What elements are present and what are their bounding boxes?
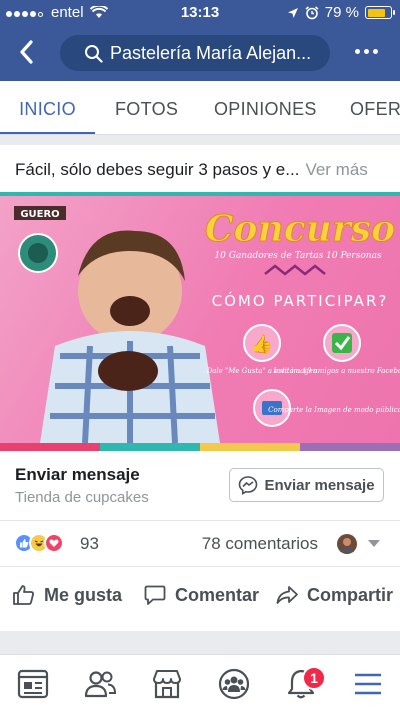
tab-inicio[interactable]: INICIO (0, 81, 95, 134)
send-message-button-label: Enviar mensaje (264, 476, 375, 494)
status-bar: entel 13:13 79 % (0, 0, 400, 25)
banner-color-stripe (0, 443, 400, 451)
post-image[interactable]: GUERO Concurso 10 Ganadores de Tartas 10… (0, 196, 400, 443)
top-navbar: Pastelería María Alejan... (0, 25, 400, 81)
bottom-navigation (0, 654, 400, 710)
send-message-button[interactable]: Enviar mensaje (229, 468, 384, 502)
banner-step-2: Invita a 10 amigos a nuestro Facebook (272, 367, 400, 375)
comment-icon (144, 585, 166, 605)
banner-how-to: CÓMO PARTICIPAR? (212, 291, 389, 310)
banner-step-3: Comparte la Imagen de modo público (268, 406, 400, 414)
post-text: Fácil, sólo debes seguir 3 pasos y e... (15, 160, 300, 179)
messenger-icon (239, 476, 258, 495)
divider (0, 631, 400, 656)
alarm-icon (305, 5, 319, 19)
share-button-label: Compartir (307, 584, 394, 605)
page-search-bar[interactable]: Pastelería María Alejan... (60, 35, 330, 71)
marketplace-icon[interactable] (150, 667, 184, 701)
banner-subtitle: 10 Ganadores de Tartas 10 Personas (214, 251, 381, 261)
tab-ofertas[interactable]: OFERT (350, 81, 400, 134)
svg-text:👍: 👍 (251, 333, 273, 354)
love-reaction-icon (44, 533, 64, 553)
like-button[interactable]: Me gusta (12, 583, 122, 607)
comment-count[interactable]: 78 comentarios (202, 534, 318, 554)
search-icon (85, 45, 103, 63)
page-tabs: INICIO FOTOS OPINIONES OFERT (0, 81, 400, 135)
reactions-bar: 93 78 comentarios (0, 521, 400, 567)
reaction-icons[interactable] (14, 533, 64, 553)
commenter-avatar[interactable] (336, 533, 358, 555)
notification-badge: 1 (302, 666, 326, 690)
tab-opiniones[interactable]: OPINIONES (214, 81, 317, 134)
chevron-down-icon[interactable] (368, 540, 380, 547)
post-description: Fácil, sólo debes seguir 3 pasos y e... V… (15, 160, 368, 180)
tab-fotos[interactable]: FOTOS (115, 81, 178, 134)
battery-percent: 79 % (324, 4, 359, 21)
back-arrow-icon[interactable] (14, 37, 40, 67)
more-options-icon[interactable] (355, 49, 378, 54)
like-button-label: Me gusta (44, 584, 123, 605)
comment-button-label: Comentar (175, 584, 260, 605)
battery-icon (365, 6, 395, 19)
menu-hamburger-icon[interactable] (351, 667, 385, 701)
thumbs-up-icon (13, 585, 34, 605)
groups-icon[interactable] (217, 667, 251, 701)
post-actions: Me gusta Comentar Compartir (0, 567, 400, 621)
reaction-count[interactable]: 93 (80, 534, 99, 554)
friends-icon[interactable] (83, 667, 117, 701)
divider (0, 135, 400, 145)
comment-button[interactable]: Comentar (143, 583, 259, 607)
location-arrow-icon (287, 7, 298, 18)
news-feed-icon[interactable] (16, 667, 50, 701)
send-message-section: Enviar mensaje Tienda de cupcakes Enviar… (0, 451, 400, 521)
banner-title: Concurso (205, 208, 395, 250)
brand-logo-text: GUERO (20, 209, 59, 220)
contest-banner-illustration: GUERO Concurso 10 Ganadores de Tartas 10… (14, 206, 400, 443)
see-more-link[interactable]: Ver más (305, 160, 367, 179)
cta-title: Enviar mensaje (15, 465, 140, 484)
search-text: Pastelería María Alejan... (110, 42, 312, 63)
cta-subtitle: Tienda de cupcakes (15, 489, 149, 506)
share-button[interactable]: Compartir (275, 583, 393, 607)
share-icon (276, 586, 298, 604)
